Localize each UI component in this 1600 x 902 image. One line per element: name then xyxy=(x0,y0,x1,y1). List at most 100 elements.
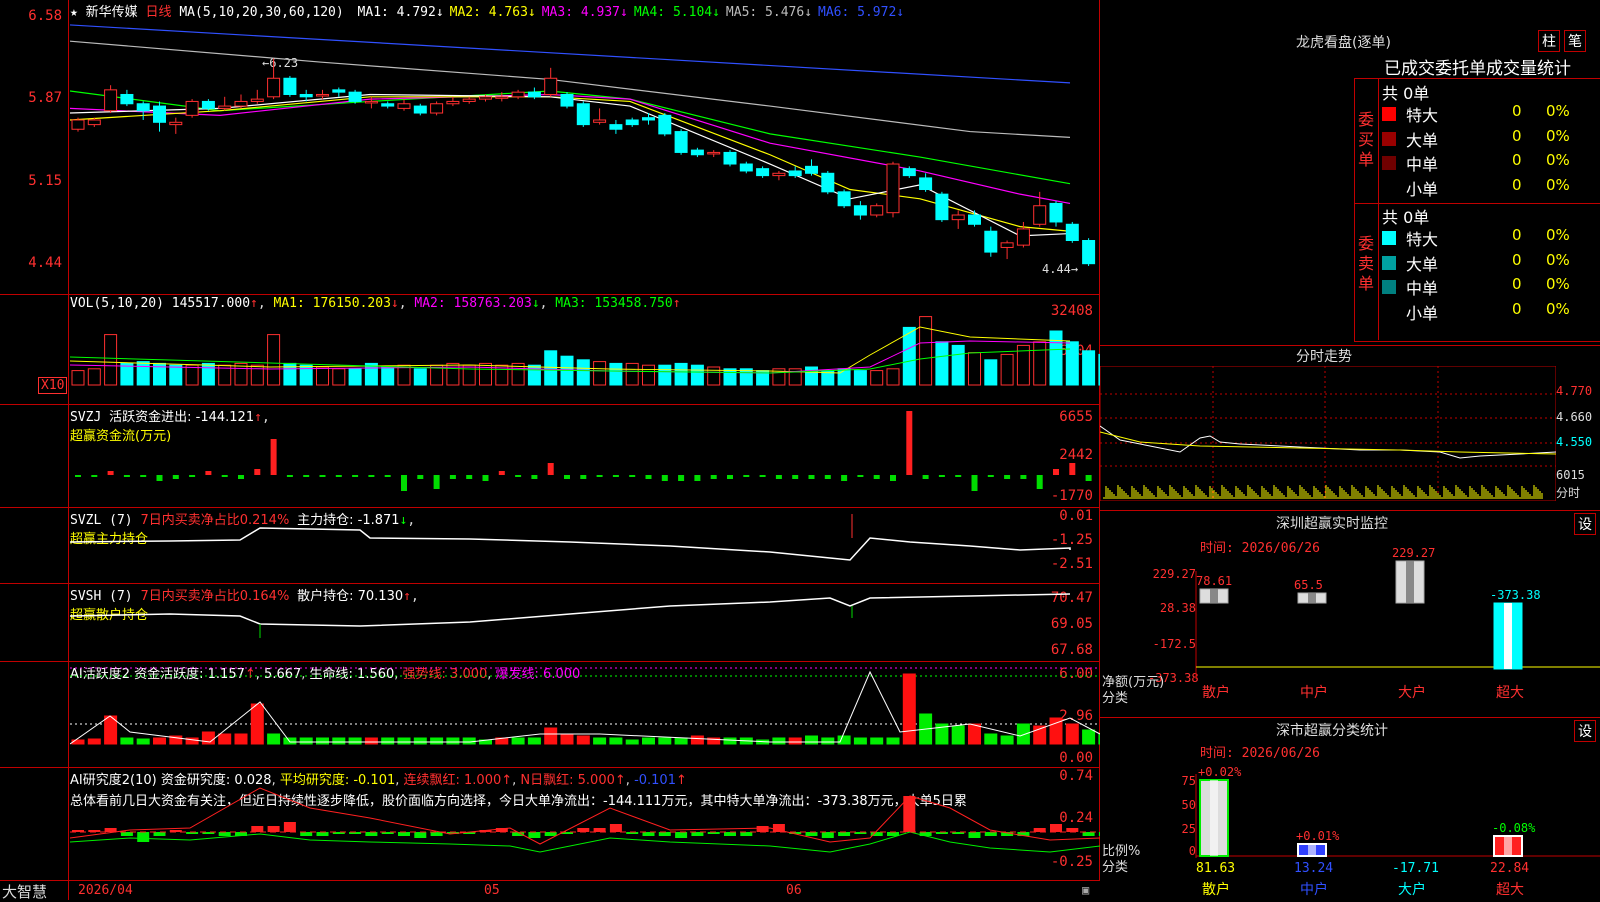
ai-active-bar xyxy=(462,737,476,745)
sell-count: 0 xyxy=(1512,250,1522,269)
classify-category-label: 超大 xyxy=(1496,882,1524,898)
candle-body xyxy=(935,193,949,221)
ai-active-bar xyxy=(364,737,378,745)
svzj-bar xyxy=(286,475,293,477)
svzj-chart[interactable] xyxy=(70,405,1100,505)
candle-body xyxy=(560,93,574,107)
ai-research-bar xyxy=(821,832,834,838)
candle-body xyxy=(462,98,476,102)
buy-orders-label: 委买单 xyxy=(1358,110,1375,169)
candle-body xyxy=(283,77,297,95)
candle-body xyxy=(120,93,134,105)
buy-pct: 0% xyxy=(1546,151,1570,169)
svzj-panel[interactable]: SVZJ 活跃资金进出: -144.121↑, 超赢资金流(万元) 6655 2… xyxy=(0,405,1100,508)
ai-active-bar xyxy=(593,737,607,745)
ma-line-5 xyxy=(70,96,1071,232)
volume-bar xyxy=(886,368,900,386)
candle-body xyxy=(413,105,427,114)
volume-bar xyxy=(479,362,492,386)
ai-research-bar xyxy=(544,832,557,836)
svsh-chart[interactable] xyxy=(70,584,1100,662)
vol-value: 145517.000 xyxy=(171,296,251,311)
ai-active-bar xyxy=(690,735,704,745)
svzj-bar xyxy=(498,471,505,475)
volume-bar xyxy=(1065,341,1079,386)
monitor-value-label: 65.5 xyxy=(1294,578,1323,592)
monitor-bar-highlight xyxy=(1210,589,1218,603)
candle-body xyxy=(250,98,264,102)
sell-total: 共 0单 xyxy=(1382,208,1430,227)
lock-icon[interactable]: ▣ xyxy=(1082,883,1089,897)
ai-research-chart[interactable] xyxy=(70,768,1100,880)
svzj-bar xyxy=(303,475,310,477)
ai-research-bar xyxy=(658,832,671,836)
main-chart-panel[interactable]: ★ 新华传媒 日线 MA(5,10,20,30,60,120) MA1: 4.7… xyxy=(0,0,1100,295)
sell-name: 大单 xyxy=(1406,254,1439,274)
ai-active-bar xyxy=(136,738,150,745)
ai-active-bar xyxy=(267,733,281,745)
fenshi-vol: 6015 xyxy=(1556,468,1585,482)
fenshi-axis-1: 4.660 xyxy=(1556,410,1593,424)
candle-body xyxy=(625,119,639,126)
fenshi-panel[interactable]: 分时走势 4.770 4.660 4.550 6015 分时 xyxy=(1100,345,1600,510)
candlestick-chart[interactable] xyxy=(70,10,1100,290)
fenshi-chart[interactable] xyxy=(1100,366,1556,501)
svzl-panel[interactable]: SVZL (7) 7日内买卖净占比0.214% 主力持仓: -1.871↓, 超… xyxy=(0,508,1100,584)
sell-color-swatch xyxy=(1382,304,1396,319)
volume-bar xyxy=(1049,330,1063,386)
svzj-bar xyxy=(107,471,114,475)
candle-body xyxy=(71,119,85,130)
monitor-bar-highlight xyxy=(1406,561,1414,603)
classify-value-label: 22.84 xyxy=(1490,861,1529,876)
candle-body xyxy=(201,100,215,109)
ai-research-panel[interactable]: AI研究度2(10) 资金研究度: 0.028, 平均研究度: -0.101, … xyxy=(0,768,1100,880)
svzj-bar xyxy=(661,475,668,481)
sell-name: 小单 xyxy=(1406,303,1439,323)
sell-color-swatch xyxy=(1382,280,1396,294)
sell-count: 0 xyxy=(1512,275,1522,293)
main-axis-label-3: 4.44 xyxy=(28,255,62,271)
classify-pct-label: +0.01% xyxy=(1296,829,1340,843)
vol-ma2: MA2: 158763.203 xyxy=(414,296,532,311)
buy-total: 共 0单 xyxy=(1382,84,1430,103)
monitor-chart[interactable]: 78.61 散户 65.5 中户 229.27 大户 -373.38 超大 xyxy=(1100,511,1600,718)
svzj-bar xyxy=(482,475,489,481)
tick-mode-button[interactable]: 笔 xyxy=(1564,30,1586,52)
svsh-panel[interactable]: SVSH (7) 7日内买卖净占比0.164% 散户持仓: 70.130↑, 超… xyxy=(0,584,1100,662)
bar-mode-button[interactable]: 柱 xyxy=(1538,30,1560,52)
volume-chart[interactable] xyxy=(70,311,1100,401)
ai-active-panel[interactable]: AI活跃度2 资金活跃度: 1.157↑, 5.667, 生命线: 1.560,… xyxy=(0,662,1100,768)
fenshi-title: 分时走势 xyxy=(1296,349,1352,365)
candle-body xyxy=(332,89,346,93)
volume-bar xyxy=(527,364,541,386)
svzj-bar xyxy=(580,475,587,479)
candle-body xyxy=(772,172,786,177)
candle-body xyxy=(870,205,884,216)
volume-bar xyxy=(642,364,655,386)
svzj-bar xyxy=(254,469,261,475)
ai-research-bar xyxy=(365,832,378,836)
ai-active-chart[interactable] xyxy=(70,662,1100,768)
svzj-bar xyxy=(743,475,750,477)
classify-pct-label: +0.02% xyxy=(1198,765,1242,779)
volume-bar xyxy=(136,361,150,386)
fenshi-price-line xyxy=(1100,425,1556,459)
buy-name: 特大 xyxy=(1406,106,1439,125)
candle-body xyxy=(446,100,460,105)
svzl-chart[interactable] xyxy=(70,508,1100,584)
svzj-bar xyxy=(335,475,342,477)
sell-pct: 0% xyxy=(1546,226,1570,244)
buy-color-swatch xyxy=(1382,107,1396,121)
buy-row: 特大 0 0% xyxy=(1382,102,1572,126)
ai-active-bar xyxy=(218,733,232,745)
volume-bar xyxy=(853,370,867,386)
candle-body xyxy=(185,100,199,116)
sell-pct: 0% xyxy=(1546,299,1570,318)
buy-count: 0 xyxy=(1512,151,1522,169)
classify-chart[interactable]: +0.02% 81.63 散户 +0.01% 13.24 中户 -17.71 大户 -0.08%… xyxy=(1100,718,1600,901)
candle-body xyxy=(821,172,835,193)
volume-panel[interactable]: VOL(5,10,20) 145517.000↑, MA1: 176150.20… xyxy=(0,295,1100,405)
volume-bar xyxy=(1082,350,1096,386)
monitor-bar-highlight xyxy=(1308,593,1316,603)
buy-name: 中单 xyxy=(1406,155,1439,174)
